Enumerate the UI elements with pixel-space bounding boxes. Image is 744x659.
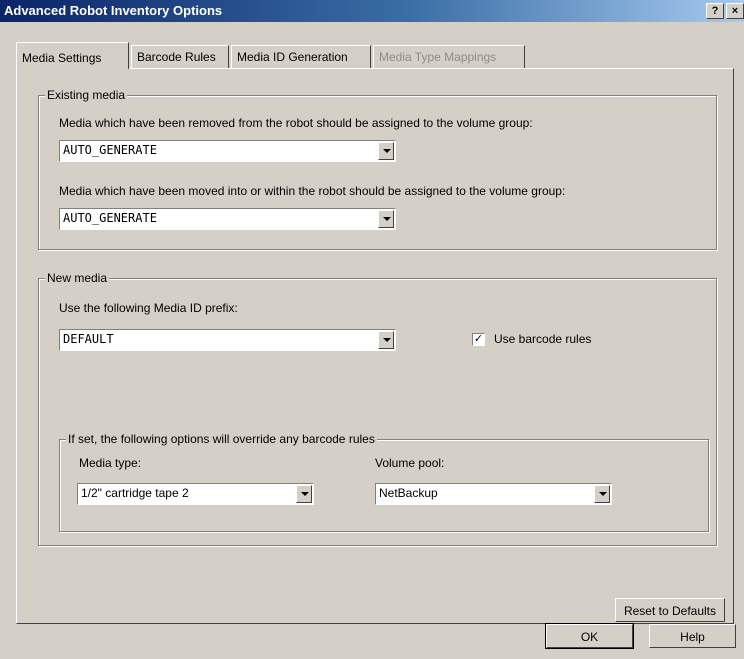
override-options-group: If set, the following options will overr…: [59, 432, 709, 532]
removed-volume-group-select[interactable]: AUTO_GENERATE: [59, 140, 396, 162]
media-type-value: 1/2" cartridge tape 2: [81, 486, 189, 500]
moved-volume-group-select[interactable]: AUTO_GENERATE: [59, 208, 396, 230]
help-button[interactable]: Help: [649, 624, 736, 648]
volume-pool-select[interactable]: NetBackup: [375, 483, 612, 505]
chevron-down-icon: [383, 217, 391, 221]
chevron-down-icon: [383, 149, 391, 153]
new-media-group: New media Use the following Media ID pre…: [38, 271, 717, 546]
removed-volume-group-value: AUTO_GENERATE: [63, 143, 157, 157]
media-settings-panel: Existing media Media which have been rem…: [16, 68, 734, 624]
chevron-down-icon: [301, 492, 309, 496]
chevron-down-icon: [599, 492, 607, 496]
chevron-down-icon: [383, 338, 391, 342]
existing-media-legend: Existing media: [45, 88, 128, 102]
window-title: Advanced Robot Inventory Options: [4, 3, 223, 18]
close-button[interactable]: ×: [726, 3, 744, 19]
media-id-prefix-dropdown-button[interactable]: [378, 331, 394, 349]
volume-pool-dropdown-button[interactable]: [594, 485, 610, 503]
title-bar: Advanced Robot Inventory Options ? ×: [0, 0, 744, 22]
removed-media-label: Media which have been removed from the r…: [59, 116, 533, 130]
removed-volume-group-dropdown-button[interactable]: [378, 142, 394, 160]
existing-media-group: Existing media Media which have been rem…: [38, 88, 717, 250]
moved-media-label: Media which have been moved into or with…: [59, 184, 566, 198]
ok-button[interactable]: OK: [545, 623, 634, 649]
tab-media-settings[interactable]: Media Settings: [16, 42, 129, 69]
volume-pool-label: Volume pool:: [375, 456, 445, 470]
use-barcode-rules-checkbox[interactable]: ✓: [472, 333, 485, 346]
media-type-select[interactable]: 1/2" cartridge tape 2: [77, 483, 314, 505]
media-id-prefix-label: Use the following Media ID prefix:: [59, 301, 238, 315]
media-type-dropdown-button[interactable]: [296, 485, 312, 503]
use-barcode-rules-label[interactable]: Use barcode rules: [494, 332, 591, 346]
tab-media-id-generation[interactable]: Media ID Generation: [231, 45, 371, 68]
tab-barcode-rules[interactable]: Barcode Rules: [131, 45, 229, 68]
reset-to-defaults-button[interactable]: Reset to Defaults: [615, 598, 725, 622]
help-title-button[interactable]: ?: [706, 3, 724, 19]
media-id-prefix-select[interactable]: DEFAULT: [59, 329, 396, 351]
tab-media-type-mappings: Media Type Mappings: [373, 45, 525, 68]
override-options-legend: If set, the following options will overr…: [66, 432, 377, 446]
new-media-legend: New media: [45, 271, 110, 285]
moved-volume-group-value: AUTO_GENERATE: [63, 211, 157, 225]
moved-volume-group-dropdown-button[interactable]: [378, 210, 394, 228]
media-type-label: Media type:: [79, 456, 142, 470]
volume-pool-value: NetBackup: [379, 486, 438, 500]
media-id-prefix-value: DEFAULT: [63, 332, 114, 346]
